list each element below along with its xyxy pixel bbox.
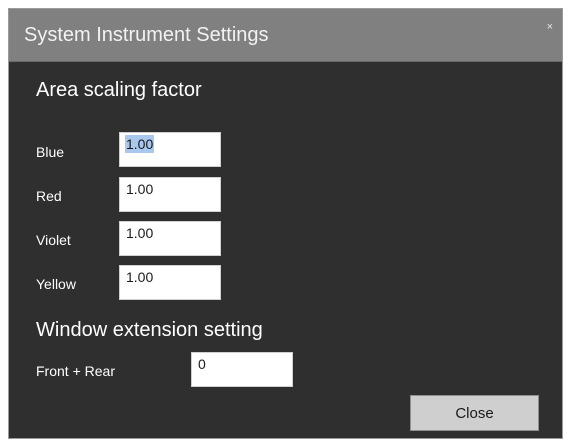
yellow-label: Yellow bbox=[36, 276, 76, 292]
window-extension-heading: Window extension setting bbox=[36, 319, 263, 341]
front-rear-value: 0 bbox=[198, 356, 206, 372]
red-scaling-value: 1.00 bbox=[126, 181, 154, 197]
blue-scaling-value: 1.00 bbox=[125, 135, 155, 153]
dialog-titlebar[interactable]: System Instrument Settings × bbox=[9, 9, 562, 62]
yellow-scaling-value: 1.00 bbox=[126, 269, 154, 285]
front-rear-label: Front + Rear bbox=[36, 363, 115, 379]
front-rear-input[interactable]: 0 bbox=[191, 352, 293, 387]
violet-scaling-input[interactable]: 1.00 bbox=[119, 221, 221, 256]
blue-scaling-input[interactable]: 1.00 bbox=[119, 132, 221, 167]
blue-label: Blue bbox=[36, 144, 65, 160]
red-label: Red bbox=[36, 188, 62, 204]
violet-scaling-value: 1.00 bbox=[126, 225, 154, 241]
close-icon[interactable]: × bbox=[547, 22, 553, 33]
area-scaling-heading: Area scaling factor bbox=[36, 79, 202, 101]
yellow-scaling-input[interactable]: 1.00 bbox=[119, 265, 221, 300]
red-scaling-input[interactable]: 1.00 bbox=[119, 177, 221, 212]
violet-label: Violet bbox=[36, 232, 71, 248]
settings-dialog: System Instrument Settings × Area scalin… bbox=[8, 8, 563, 439]
dialog-title: System Instrument Settings bbox=[24, 24, 269, 46]
close-button[interactable]: Close bbox=[410, 395, 539, 431]
